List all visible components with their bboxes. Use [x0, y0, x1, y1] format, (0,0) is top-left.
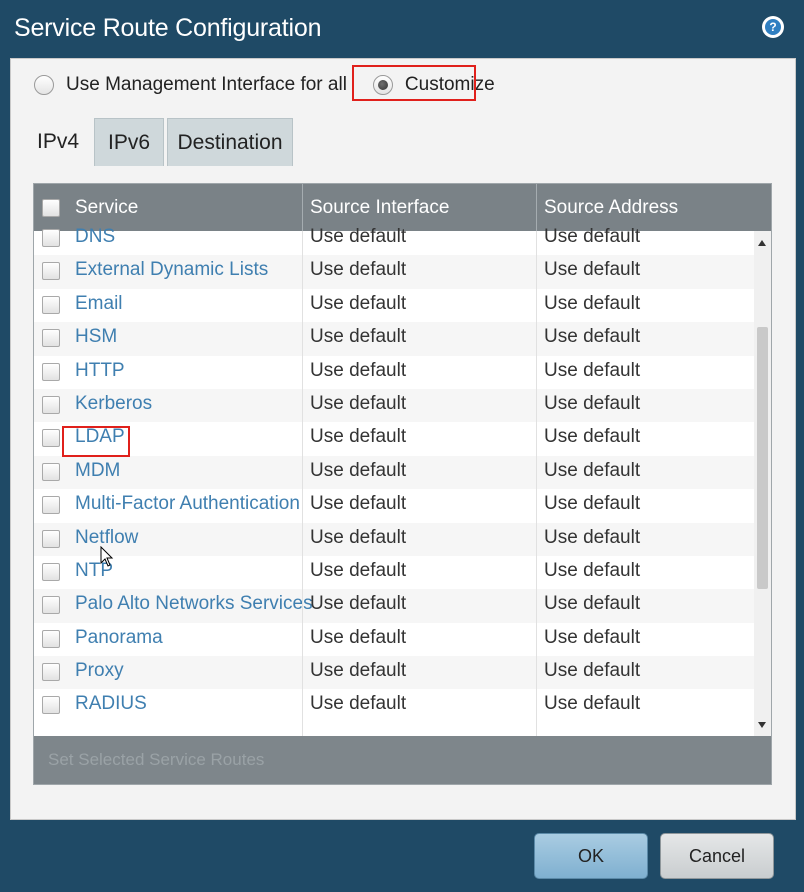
scroll-down-arrow-icon[interactable] [758, 722, 766, 728]
table-row[interactable]: Multi-Factor Authentication Use default Us… [34, 489, 754, 522]
source-interface-cell: Use default [310, 593, 407, 615]
source-address-cell: Use default [544, 626, 641, 648]
row-checkbox[interactable] [42, 229, 60, 247]
table-rows: DNS Use default Use default External Dynam… [34, 222, 754, 727]
tab-destination[interactable]: Destination [167, 118, 293, 166]
row-checkbox[interactable] [42, 629, 60, 648]
source-address-cell: Use default [544, 326, 641, 348]
table-row[interactable]: External Dynamic Lists Use default Use def… [34, 255, 754, 289]
service-route-table: Service Source Interface Source Address … [33, 183, 772, 785]
source-address-cell: Use default [544, 226, 641, 247]
source-address-cell: Use default [544, 526, 641, 548]
ldap-highlight-box [62, 426, 130, 457]
table-footer-bar: Set Selected Service Routes [34, 736, 771, 784]
ok-button[interactable]: OK [534, 833, 648, 879]
mouse-cursor-icon [100, 546, 114, 567]
table-scrollbar[interactable] [754, 231, 771, 736]
service-link[interactable]: Proxy [75, 656, 124, 686]
tab-ipv6[interactable]: IPv6 [94, 118, 164, 166]
service-link[interactable]: RADIUS [75, 689, 147, 719]
service-link[interactable]: Palo Alto Networks Services [75, 589, 313, 619]
row-checkbox[interactable] [42, 496, 60, 515]
dialog-title: Service Route Configuration [14, 14, 322, 42]
table-row[interactable]: HSM Use default Use default [34, 322, 754, 356]
customize-highlight-box [352, 65, 476, 101]
source-interface-cell: Use default [310, 359, 407, 381]
source-address-cell: Use default [544, 259, 641, 281]
table-row[interactable]: DNS Use default Use default [34, 222, 754, 255]
select-all-checkbox[interactable] [42, 198, 60, 217]
service-link[interactable]: Panorama [75, 623, 163, 653]
set-selected-routes-action[interactable]: Set Selected Service Routes [48, 750, 264, 770]
row-checkbox[interactable] [42, 529, 60, 548]
row-checkbox[interactable] [42, 462, 60, 481]
source-address-cell: Use default [544, 693, 641, 715]
row-checkbox[interactable] [42, 429, 60, 448]
service-link[interactable]: Kerberos [75, 389, 152, 419]
table-row[interactable]: NTP Use default Use default [34, 556, 754, 589]
source-address-cell: Use default [544, 660, 641, 682]
source-address-cell: Use default [544, 426, 641, 448]
row-checkbox[interactable] [42, 562, 60, 581]
source-interface-cell: Use default [310, 426, 407, 448]
table-row[interactable]: Netflow Use default Use default [34, 522, 754, 556]
source-interface-cell: Use default [310, 526, 407, 548]
source-address-cell: Use default [544, 493, 641, 515]
tab-ipv4[interactable]: IPv4 [22, 118, 94, 166]
service-link[interactable]: HSM [75, 322, 117, 352]
source-interface-cell: Use default [310, 459, 407, 481]
source-interface-cell: Use default [310, 493, 407, 515]
row-checkbox[interactable] [42, 696, 60, 715]
service-link[interactable]: MDM [75, 456, 120, 486]
row-checkbox[interactable] [42, 663, 60, 682]
table-row[interactable]: Kerberos Use default Use default [34, 388, 754, 423]
row-checkbox[interactable] [42, 362, 60, 381]
service-link[interactable]: DNS [75, 222, 115, 252]
cancel-button[interactable]: Cancel [660, 833, 774, 879]
table-row[interactable]: Email Use default Use default [34, 289, 754, 322]
service-link[interactable]: Multi-Factor Authentication [75, 489, 300, 519]
source-address-cell: Use default [544, 292, 641, 314]
use-management-radio[interactable] [34, 75, 54, 95]
source-interface-cell: Use default [310, 660, 407, 682]
service-route-dialog: Service Route Configuration ? Use Manage… [0, 0, 804, 892]
use-management-label: Use Management Interface for all [66, 74, 347, 95]
source-interface-cell: Use default [310, 259, 407, 281]
source-interface-cell: Use default [310, 693, 407, 715]
source-interface-cell: Use default [310, 559, 407, 581]
table-row[interactable]: LDAP Use default Use default [34, 422, 754, 455]
row-checkbox[interactable] [42, 395, 60, 414]
table-row[interactable]: Panorama Use default Use default [34, 623, 754, 656]
scrollbar-thumb[interactable] [757, 327, 768, 589]
source-interface-cell: Use default [310, 626, 407, 648]
source-interface-cell: Use default [310, 326, 407, 348]
service-link[interactable]: External Dynamic Lists [75, 255, 268, 285]
source-interface-cell: Use default [310, 392, 407, 414]
source-address-cell: Use default [544, 392, 641, 414]
row-checkbox[interactable] [42, 329, 60, 348]
table-row[interactable]: Proxy Use default Use default [34, 656, 754, 690]
row-checkbox[interactable] [42, 295, 60, 314]
table-row[interactable]: RADIUS Use default Use default [34, 689, 754, 722]
service-link[interactable]: Email [75, 289, 123, 319]
help-icon[interactable]: ? [762, 16, 784, 38]
table-row[interactable]: HTTP Use default Use default [34, 356, 754, 389]
service-link[interactable]: HTTP [75, 356, 125, 386]
table-row[interactable]: Palo Alto Networks Services Use default Us… [34, 589, 754, 623]
source-address-cell: Use default [544, 559, 641, 581]
column-divider [536, 231, 537, 736]
row-checkbox[interactable] [42, 262, 60, 281]
source-address-cell: Use default [544, 593, 641, 615]
table-row[interactable]: MDM Use default Use default [34, 455, 754, 490]
dialog-titlebar: Service Route Configuration ? [0, 0, 804, 56]
source-interface-cell: Use default [310, 226, 407, 247]
source-address-cell: Use default [544, 459, 641, 481]
source-interface-cell: Use default [310, 292, 407, 314]
source-address-cell: Use default [544, 359, 641, 381]
scroll-up-arrow-icon[interactable] [758, 240, 766, 246]
column-divider [302, 231, 303, 736]
row-checkbox[interactable] [42, 596, 60, 615]
